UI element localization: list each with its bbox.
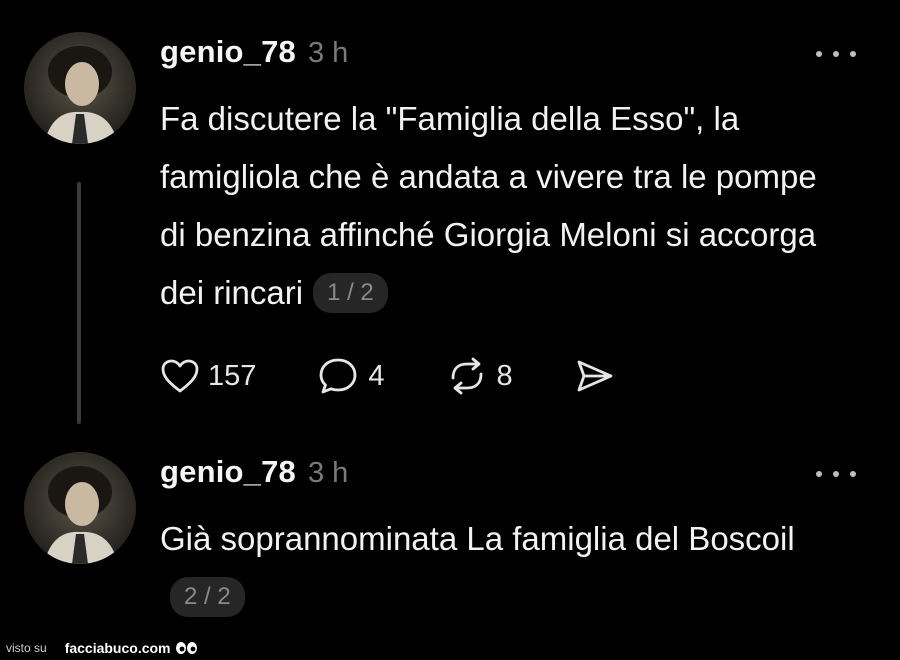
post-header: genio_78 3 h bbox=[160, 454, 348, 490]
post-2: genio_78 3 h Già soprannominata La famig… bbox=[0, 440, 900, 635]
like-button[interactable]: 157 bbox=[160, 358, 256, 394]
repost-count: 8 bbox=[496, 359, 513, 392]
more-dots-icon[interactable] bbox=[816, 469, 856, 479]
post-body: Fa discutere la "Famiglia della Esso", l… bbox=[160, 100, 817, 311]
thread-line bbox=[77, 182, 81, 424]
reply-button[interactable]: 4 bbox=[316, 356, 385, 396]
reply-count: 4 bbox=[368, 359, 385, 392]
watermark-footer: visto su facciabuco.com bbox=[0, 635, 900, 660]
avatar[interactable] bbox=[24, 452, 136, 564]
username[interactable]: genio_78 bbox=[160, 34, 296, 70]
brand-label: facciabuco.com bbox=[64, 639, 171, 656]
send-icon bbox=[573, 356, 617, 396]
post-1: genio_78 3 h Fa discutere la "Famiglia d… bbox=[0, 0, 900, 440]
repost-icon bbox=[445, 356, 489, 396]
avatar[interactable] bbox=[24, 32, 136, 144]
share-button[interactable] bbox=[573, 356, 617, 396]
post-header: genio_78 3 h bbox=[160, 34, 348, 70]
more-dots-icon[interactable] bbox=[816, 49, 856, 59]
post-body: Già soprannominata La famiglia del Bosco… bbox=[160, 520, 795, 557]
timestamp: 3 h bbox=[307, 457, 349, 489]
visto-label: visto su bbox=[6, 640, 47, 655]
like-count: 157 bbox=[208, 359, 257, 392]
action-bar: 157 4 8 bbox=[160, 352, 677, 400]
thread-counter: 2 / 2 bbox=[170, 577, 245, 617]
post-text: Fa discutere la "Famiglia della Esso", l… bbox=[160, 90, 850, 322]
username[interactable]: genio_78 bbox=[160, 454, 296, 490]
eyes-icon bbox=[175, 640, 199, 656]
thread-counter: 1 / 2 bbox=[313, 273, 388, 313]
timestamp: 3 h bbox=[307, 37, 349, 69]
comment-icon bbox=[316, 356, 360, 396]
repost-button[interactable]: 8 bbox=[445, 356, 513, 396]
heart-icon bbox=[160, 358, 200, 394]
post-text: Già soprannominata La famiglia del Bosco… bbox=[160, 510, 850, 626]
